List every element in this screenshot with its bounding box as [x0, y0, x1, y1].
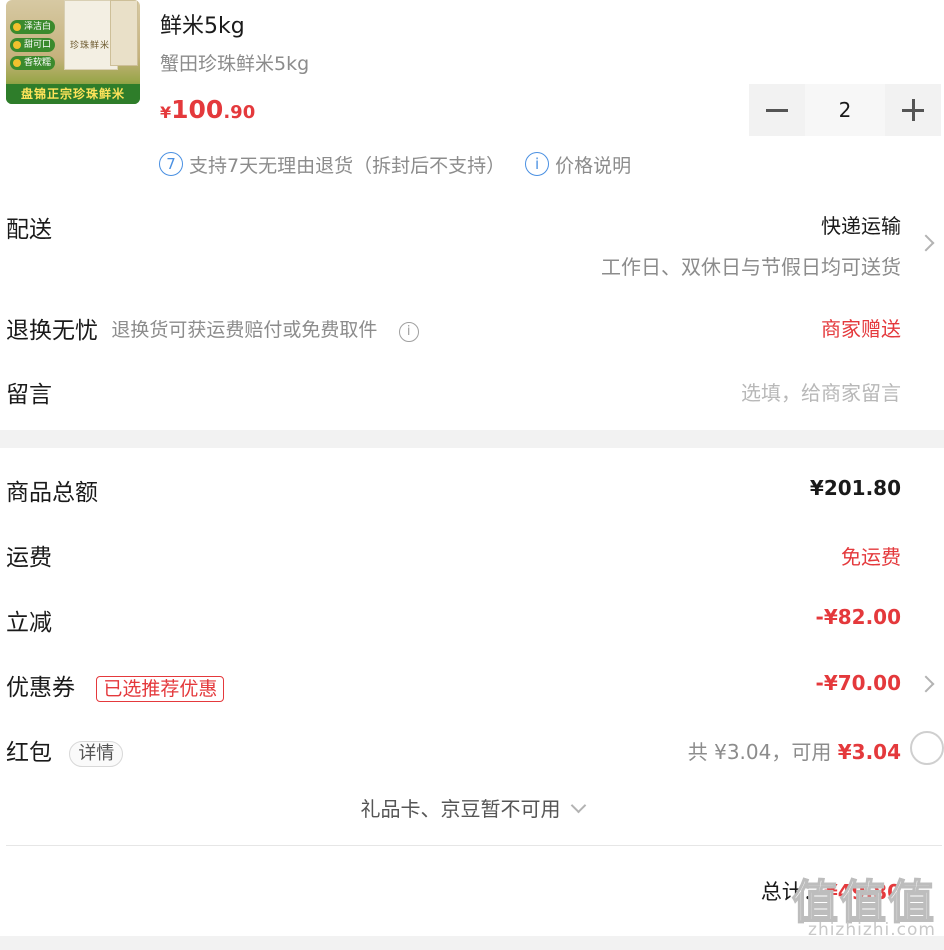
- redpacket-amount: 共 ¥3.04，可用 ¥3.04: [688, 736, 901, 765]
- section-divider: [0, 430, 944, 448]
- redpacket-available: ¥3.04: [837, 740, 901, 764]
- price-explanation-link[interactable]: 价格说明: [555, 151, 631, 178]
- goods-total-label: 商品总额: [6, 480, 98, 506]
- info-icon: i: [525, 152, 550, 176]
- quantity-input[interactable]: 2: [805, 84, 885, 136]
- shipping-value: 免运费: [841, 545, 901, 569]
- coupon-value: -¥70.00: [815, 671, 901, 695]
- minus-icon: [766, 108, 788, 112]
- returns-desc: 退换货可获运费赔付或免费取件: [111, 319, 378, 341]
- rice-bag-graphic-side: [110, 0, 138, 66]
- increase-button[interactable]: [885, 84, 941, 136]
- return-policy-text[interactable]: 支持7天无理由退货（拆封后不支持）: [189, 151, 505, 178]
- delivery-method[interactable]: 快递运输: [821, 210, 901, 239]
- redpacket-total: 共 ¥3.04，可用: [687, 740, 838, 764]
- delivery-chevron-icon[interactable]: [917, 234, 935, 252]
- returns-label: 退换无忧: [6, 318, 98, 344]
- price-integer: 100: [171, 95, 224, 124]
- coupon-chevron-icon[interactable]: [917, 675, 935, 693]
- rice-bag-label: 珍珠鲜米: [70, 41, 111, 51]
- discount-label: 立减: [6, 610, 52, 636]
- shipping-label: 运费: [6, 545, 52, 571]
- policy-row: 7 支持7天无理由退货（拆封后不支持） i 价格说明: [159, 150, 631, 178]
- discount-value: -¥82.00: [815, 605, 901, 629]
- redpacket-row: 红包 详情: [6, 733, 124, 767]
- returns-value: 商家赠送: [821, 317, 901, 341]
- message-label: 留言: [6, 382, 52, 408]
- redpacket-label: 红包: [6, 740, 52, 766]
- goods-total-value: ¥201.80: [809, 476, 901, 500]
- decrease-button[interactable]: [749, 84, 805, 136]
- price-currency: ¥: [160, 103, 172, 122]
- product-image[interactable]: 珍珠鲜米 泽洁白 甜可口 香软糯 盘锦正宗珍珠鲜米: [6, 0, 140, 104]
- giftcard-toggle[interactable]: 礼品卡、京豆暂不可用: [0, 793, 944, 822]
- message-input[interactable]: 选填，给商家留言: [741, 377, 901, 406]
- returns-row[interactable]: 退换无忧 退换货可获运费赔付或免费取件 i: [6, 311, 419, 345]
- price-decimal: .90: [223, 102, 256, 123]
- product-price: ¥100.90: [160, 95, 255, 124]
- plus-icon: [902, 99, 924, 121]
- seven-day-return-icon: 7: [159, 152, 183, 176]
- image-band-text: 盘锦正宗珍珠鲜米: [6, 84, 140, 104]
- image-tag-2: 甜可口: [10, 38, 56, 52]
- product-title[interactable]: 鲜米5kg: [160, 8, 245, 40]
- returns-info-icon[interactable]: i: [398, 321, 419, 342]
- delivery-label: 配送: [6, 217, 52, 243]
- redpacket-radio[interactable]: [910, 731, 944, 765]
- giftcard-text: 礼品卡、京豆暂不可用: [360, 797, 561, 821]
- coupon-badge: 已选推荐优惠: [96, 675, 225, 702]
- coupon-row[interactable]: 优惠券 已选推荐优惠: [6, 668, 225, 702]
- bottom-divider: [0, 936, 944, 950]
- coupon-label: 优惠券: [6, 675, 75, 701]
- summary-divider: [6, 845, 942, 846]
- image-tag-3: 香软糯: [10, 56, 56, 70]
- product-subtitle: 蟹田珍珠鲜米5kg: [160, 53, 310, 75]
- image-tag-1: 泽洁白: [10, 20, 56, 34]
- quantity-stepper: 2: [749, 84, 941, 136]
- delivery-note: 工作日、双休日与节假日均可送货: [601, 255, 901, 279]
- redpacket-detail-button[interactable]: 详情: [69, 740, 124, 767]
- chevron-down-icon: [570, 797, 586, 814]
